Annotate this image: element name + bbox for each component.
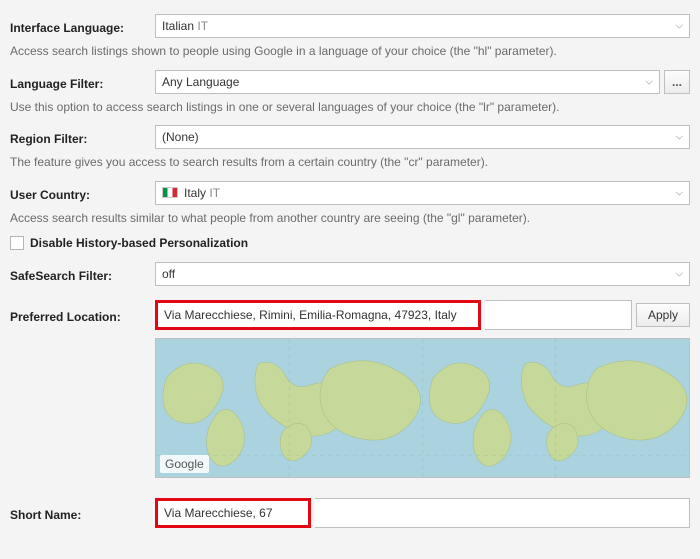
chevron-down-icon: ⌵	[645, 76, 653, 87]
region-filter-select[interactable]: (None) ⌵	[155, 125, 690, 149]
user-country-suffix: IT	[209, 186, 220, 200]
language-filter-label: Language Filter:	[10, 73, 155, 91]
preferred-location-input-rest[interactable]	[485, 300, 632, 330]
google-map-badge: Google	[160, 455, 209, 473]
italy-flag-icon	[162, 187, 178, 198]
chevron-down-icon: ⌵	[675, 132, 683, 143]
short-name-input[interactable]: Via Marecchiese, 67	[158, 501, 308, 525]
user-country-hint: Access search results similar to what pe…	[10, 211, 690, 227]
interface-language-label: Interface Language:	[10, 17, 155, 35]
region-filter-hint: The feature gives you access to search r…	[10, 155, 690, 171]
map-spacer	[10, 406, 155, 410]
short-name-input-rest[interactable]	[315, 498, 690, 528]
preferred-location-label: Preferred Location:	[10, 306, 155, 324]
world-map[interactable]: Google	[155, 338, 690, 478]
preferred-location-value: Via Marecchiese, Rimini, Emilia-Romagna,…	[164, 308, 457, 322]
safesearch-select[interactable]: off ⌵	[155, 262, 690, 286]
short-name-label: Short Name:	[10, 504, 155, 522]
user-country-label: User Country:	[10, 184, 155, 202]
disable-personalization-checkbox[interactable]	[10, 236, 24, 250]
chevron-down-icon: ⌵	[675, 21, 683, 32]
interface-language-suffix: IT	[197, 19, 208, 33]
language-filter-value: Any Language	[162, 75, 239, 89]
short-name-highlight: Via Marecchiese, 67	[155, 498, 311, 528]
interface-language-hint: Access search listings shown to people u…	[10, 44, 690, 60]
preferred-location-input[interactable]: Via Marecchiese, Rimini, Emilia-Romagna,…	[158, 303, 478, 327]
safesearch-value: off	[162, 267, 175, 281]
chevron-down-icon: ⌵	[675, 269, 683, 280]
chevron-down-icon: ⌵	[675, 187, 683, 198]
short-name-value: Via Marecchiese, 67	[164, 506, 273, 520]
disable-personalization-label: Disable History-based Personalization	[30, 236, 248, 250]
region-filter-label: Region Filter:	[10, 128, 155, 146]
user-country-value: Italy	[184, 186, 206, 200]
language-filter-select[interactable]: Any Language ⌵	[155, 70, 660, 94]
language-filter-more-button[interactable]: ...	[664, 70, 690, 94]
user-country-select[interactable]: Italy IT ⌵	[155, 181, 690, 205]
interface-language-select[interactable]: Italian IT ⌵	[155, 14, 690, 38]
region-filter-value: (None)	[162, 130, 199, 144]
interface-language-value: Italian	[162, 19, 194, 33]
preferred-location-highlight: Via Marecchiese, Rimini, Emilia-Romagna,…	[155, 300, 481, 330]
safesearch-label: SafeSearch Filter:	[10, 265, 155, 283]
apply-button[interactable]: Apply	[636, 303, 690, 327]
language-filter-hint: Use this option to access search listing…	[10, 100, 690, 116]
